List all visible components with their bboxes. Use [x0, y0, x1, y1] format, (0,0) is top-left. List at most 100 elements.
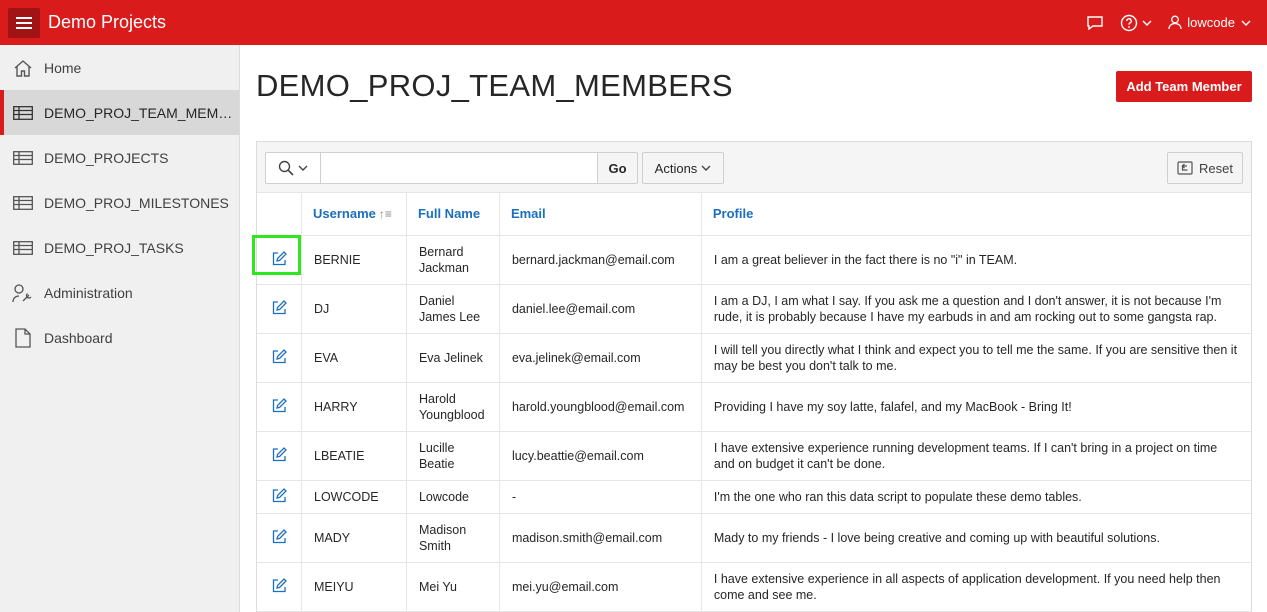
sidebar-item-label: Dashboard	[44, 329, 113, 346]
edit-icon	[272, 488, 287, 503]
cell-full-name: Madison Smith	[406, 513, 500, 563]
edit-row-button[interactable]	[269, 486, 289, 506]
cell-email: bernard.jackman@email.com	[499, 235, 702, 285]
edit-column-header	[257, 193, 302, 236]
cell-profile: I have extensive experience in all aspec…	[701, 562, 1251, 612]
top-bar: Demo Projects lowcode	[0, 0, 1267, 45]
column-header-email[interactable]: Email	[499, 193, 702, 236]
sidebar-item-demo-proj-milestones[interactable]: DEMO_PROJ_MILESTONES	[0, 180, 239, 225]
go-button[interactable]: Go	[598, 152, 638, 184]
table-row: DJ Daniel James Lee daniel.lee@email.com…	[257, 284, 1251, 334]
add-team-member-button[interactable]: Add Team Member	[1116, 71, 1252, 102]
report-toolbar: Go Actions Reset	[257, 142, 1251, 193]
page-title: DEMO_PROJ_TEAM_MEMBERS	[256, 68, 733, 103]
main-content: DEMO_PROJ_TEAM_MEMBERS Add Team Member G…	[240, 45, 1267, 612]
cell-email: lucy.beattie@email.com	[499, 431, 702, 481]
document-icon	[12, 327, 34, 349]
help-icon	[1121, 14, 1138, 31]
sidebar-item-demo-projects[interactable]: DEMO_PROJECTS	[0, 135, 239, 180]
table-row: BERNIE Bernard Jackman bernard.jackman@e…	[252, 234, 1251, 285]
cell-full-name: Daniel James Lee	[406, 284, 500, 334]
cell-full-name: Mei Yu	[406, 562, 500, 612]
edit-icon	[272, 578, 287, 593]
search-input[interactable]	[321, 152, 598, 184]
column-header-full-name[interactable]: Full Name	[406, 193, 500, 236]
chevron-down-icon	[1241, 20, 1251, 26]
table-row: MEIYU Mei Yu mei.yu@email.com I have ext…	[257, 562, 1251, 612]
cell-email: eva.jelinek@email.com	[499, 333, 702, 383]
sidebar-item-label: DEMO_PROJ_MILESTONES	[44, 194, 229, 211]
edit-icon	[272, 447, 287, 462]
actions-label: Actions	[654, 160, 698, 176]
cell-profile: I'm the one who ran this data script to …	[701, 480, 1251, 514]
column-label: Full Name	[417, 206, 481, 222]
sidebar: Home DEMO_PROJ_TEAM_MEMBERS DEMO_PROJECT…	[0, 45, 240, 612]
edit-row-button[interactable]	[269, 298, 289, 318]
sidebar-item-label: Home	[44, 59, 82, 76]
column-label: Email	[510, 206, 546, 222]
sidebar-item-dashboard[interactable]: Dashboard	[0, 315, 239, 360]
sort-ascending-icon: ↑≡	[378, 207, 392, 222]
edit-cell	[257, 431, 302, 481]
table-icon	[12, 102, 34, 124]
cell-username: LOWCODE	[301, 480, 407, 514]
wrench-user-icon	[12, 282, 34, 304]
reset-label: Reset	[1199, 160, 1233, 176]
actions-menu-button[interactable]: Actions	[642, 152, 724, 184]
sidebar-item-label: DEMO_PROJ_TEAM_MEMBERS	[44, 104, 239, 121]
cell-username: LBEATIE	[301, 431, 407, 481]
cell-profile: I am a great believer in the fact there …	[701, 235, 1251, 285]
edit-icon	[272, 398, 287, 413]
column-header-profile[interactable]: Profile	[701, 193, 1251, 236]
menu-toggle-button[interactable]	[8, 7, 40, 38]
sidebar-item-home[interactable]: Home	[0, 45, 239, 90]
edit-row-button[interactable]	[269, 527, 289, 547]
edit-icon	[272, 529, 287, 544]
cell-full-name: Harold Youngblood	[406, 382, 500, 432]
help-menu-button[interactable]	[1112, 14, 1160, 32]
table-row: HARRY Harold Youngblood harold.youngbloo…	[257, 382, 1251, 432]
cell-username: EVA	[301, 333, 407, 383]
edit-cell	[257, 382, 302, 432]
table-row: MADY Madison Smith madison.smith@email.c…	[257, 513, 1251, 563]
cell-email: -	[499, 480, 702, 514]
cell-profile: Mady to my friends - I love being creati…	[701, 513, 1251, 563]
app-title[interactable]: Demo Projects	[48, 12, 166, 33]
search-column-menu[interactable]	[265, 152, 321, 184]
cell-email: daniel.lee@email.com	[499, 284, 702, 334]
edit-row-button[interactable]	[269, 445, 289, 465]
cell-full-name: Eva Jelinek	[406, 333, 500, 383]
cell-email: madison.smith@email.com	[499, 513, 702, 563]
edit-row-button[interactable]	[269, 347, 289, 367]
user-menu-button[interactable]: lowcode	[1160, 15, 1259, 30]
column-label: Profile	[712, 206, 754, 222]
reset-button[interactable]: Reset	[1167, 152, 1243, 184]
edit-row-button[interactable]	[269, 396, 289, 416]
sidebar-item-administration[interactable]: Administration	[0, 270, 239, 315]
table-icon	[12, 192, 34, 214]
home-icon	[12, 57, 34, 79]
user-name: lowcode	[1187, 15, 1235, 30]
cell-email: harold.youngblood@email.com	[499, 382, 702, 432]
sidebar-item-label: Administration	[44, 284, 133, 301]
sidebar-item-demo-proj-tasks[interactable]: DEMO_PROJ_TASKS	[0, 225, 239, 270]
reset-icon	[1177, 161, 1193, 175]
cell-username: DJ	[301, 284, 407, 334]
table-icon	[12, 237, 34, 259]
edit-row-button[interactable]	[269, 576, 289, 596]
table-icon	[12, 147, 34, 169]
cell-full-name: Lucille Beatie	[406, 431, 500, 481]
cell-username: MADY	[301, 513, 407, 563]
hamburger-icon	[16, 16, 32, 29]
sidebar-item-demo-proj-team-members[interactable]: DEMO_PROJ_TEAM_MEMBERS	[0, 90, 239, 135]
edit-cell	[252, 234, 302, 285]
feedback-button[interactable]	[1078, 15, 1112, 31]
chevron-down-icon	[701, 165, 711, 171]
chevron-down-icon	[1142, 20, 1152, 26]
search-group: Go	[265, 152, 638, 184]
edit-cell	[257, 333, 302, 383]
search-icon	[278, 160, 294, 176]
table-row: LBEATIE Lucille Beatie lucy.beattie@emai…	[257, 431, 1251, 481]
cell-profile: I will tell you directly what I think an…	[701, 333, 1251, 383]
column-header-username[interactable]: Username ↑≡	[301, 193, 407, 236]
